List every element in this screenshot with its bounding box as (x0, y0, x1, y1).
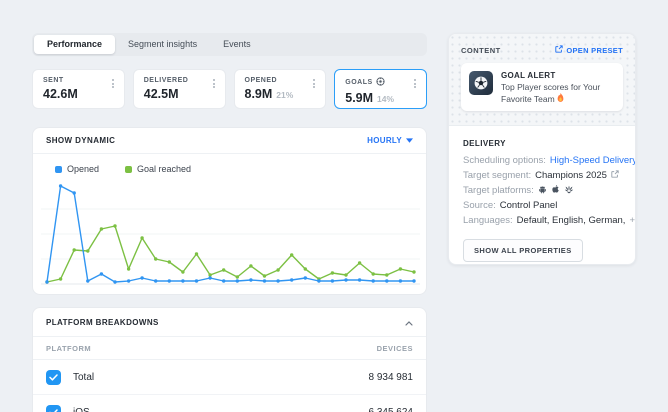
show-all-properties-button[interactable]: SHOW ALL PROPERTIES (463, 239, 583, 262)
tab-performance[interactable]: Performance (34, 35, 115, 54)
column-devices: DEVICES (377, 344, 413, 353)
kebab-menu-icon[interactable] (311, 77, 317, 90)
stat-value: 8.9M (245, 87, 273, 101)
stats-row: SENT 42.6M DELIVERED 42.5M OPENED 8.9M 2… (32, 69, 427, 109)
content-section: CONTENT OPEN PRESET GOAL ALERT Top Playe… (449, 34, 635, 126)
opened-legend-chip (55, 166, 62, 173)
languages-value: Default, English, German, (517, 215, 626, 226)
platform-name: iOS (73, 407, 90, 412)
ios-checkbox[interactable] (46, 405, 61, 412)
target-segment-value: Champions 2025 (535, 170, 607, 181)
android-icon (538, 185, 547, 197)
goal-alert-card[interactable]: GOAL ALERT Top Player scores for Your Fa… (461, 63, 623, 111)
stat-value: 42.6M (43, 87, 78, 101)
table-row-ios: iOS 6 345 624 (33, 395, 426, 412)
devices-count: 8 934 981 (369, 372, 414, 383)
chevron-down-icon (406, 136, 413, 145)
dynamics-chart (41, 180, 420, 290)
table-column-headers: PLATFORM DEVICES (33, 337, 426, 360)
legend-item-goal-reached: Goal reached (125, 164, 191, 174)
huawei-icon (564, 185, 574, 197)
tab-events[interactable]: Events (210, 35, 264, 54)
total-checkbox[interactable] (46, 370, 61, 385)
tabs-bar: Performance Segment insights Events (32, 33, 427, 56)
dynamics-title: SHOW DYNAMIC (46, 136, 115, 145)
platform-name: Total (73, 372, 94, 383)
stat-label: OPENED (245, 77, 319, 84)
platform-breakdowns-title: PLATFORM BREAKDOWNS (46, 318, 159, 327)
goal-alert-text: Top Player scores for Your Favorite Team (501, 82, 615, 106)
stat-card-opened[interactable]: OPENED 8.9M 21% (234, 69, 327, 109)
goal-icon (376, 77, 385, 88)
chart-legend: Opened Goal reached (55, 164, 191, 174)
source-row: Source: Control Panel (463, 198, 621, 213)
stat-percent: 21% (276, 90, 293, 100)
kebab-menu-icon[interactable] (110, 77, 116, 90)
goal-legend-chip (125, 166, 132, 173)
external-link-icon[interactable] (611, 170, 619, 181)
fire-icon (557, 94, 564, 104)
devices-count: 6 345 624 (369, 407, 414, 412)
open-preset-link[interactable]: OPEN PRESET (555, 45, 623, 55)
target-segment-row: Target segment: Champions 2025 (463, 168, 621, 183)
platform-breakdowns-card: PLATFORM BREAKDOWNS PLATFORM DEVICES Tot… (32, 307, 427, 412)
apple-icon (551, 184, 560, 197)
soccer-ball-icon (469, 71, 493, 95)
dynamics-card: SHOW DYNAMIC HOURLY Opened Goal reached (32, 127, 427, 295)
languages-more-count[interactable]: +12 (629, 215, 636, 226)
languages-row: Languages: Default, English, German, +12 (463, 213, 621, 228)
delivery-section: DELIVERY Scheduling options: High-Speed … (449, 126, 635, 262)
goal-alert-title: GOAL ALERT (501, 71, 615, 80)
collapse-chevron-up-icon[interactable] (405, 313, 413, 331)
stat-card-sent[interactable]: SENT 42.6M (32, 69, 125, 109)
external-link-icon (555, 45, 563, 55)
interval-dropdown[interactable]: HOURLY (367, 136, 413, 145)
tab-segment-insights[interactable]: Segment insights (115, 35, 210, 54)
column-platform: PLATFORM (46, 344, 91, 353)
stat-label: GOALS (345, 77, 419, 88)
source-value: Control Panel (500, 200, 558, 211)
stat-value: 42.5M (144, 87, 179, 101)
stat-label: DELIVERED (144, 77, 218, 84)
content-title: CONTENT (461, 46, 501, 55)
stat-label: SENT (43, 77, 117, 84)
stat-percent: 14% (377, 94, 394, 104)
stat-card-delivered[interactable]: DELIVERED 42.5M (133, 69, 226, 109)
legend-item-opened: Opened (55, 164, 99, 174)
scheduling-options-row: Scheduling options: High-Speed Delivery (463, 153, 621, 168)
campaign-details-panel: CONTENT OPEN PRESET GOAL ALERT Top Playe… (448, 33, 636, 265)
kebab-menu-icon[interactable] (211, 77, 217, 90)
table-row-total: Total 8 934 981 (33, 360, 426, 395)
scheduling-value-link[interactable]: High-Speed Delivery (550, 155, 636, 166)
kebab-menu-icon[interactable] (412, 77, 418, 90)
stat-value: 5.9M (345, 91, 373, 105)
target-platforms-row: Target platforms: (463, 183, 621, 198)
stat-card-goals[interactable]: GOALS 5.9M 14% (334, 69, 427, 109)
delivery-title: DELIVERY (463, 139, 621, 148)
